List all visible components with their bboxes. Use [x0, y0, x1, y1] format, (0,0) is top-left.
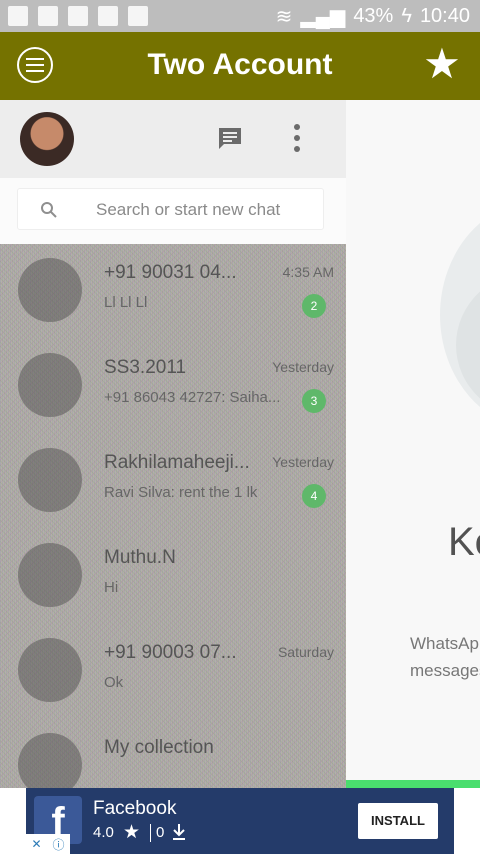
wifi-icon: ≋	[275, 6, 293, 28]
chat-row[interactable]: Muthu.N Hi	[0, 529, 346, 624]
clock: 10:40	[419, 5, 470, 27]
signal-icon: ▂▄▆	[300, 6, 346, 28]
search-input[interactable]	[94, 189, 318, 231]
new-chat-icon[interactable]	[217, 126, 243, 150]
ad-choices[interactable]: ✕ ⓘ	[26, 834, 70, 854]
chat-preview: +91 86043 42727: Saiha...	[104, 389, 281, 406]
chat-avatar	[18, 733, 82, 788]
drive-icon	[38, 6, 58, 26]
chat-avatar	[18, 638, 82, 702]
ad-rating: 4.0	[93, 824, 114, 841]
warning-icon	[98, 6, 118, 26]
chat-preview: Ok	[104, 674, 124, 691]
close-icon[interactable]: ✕	[31, 837, 41, 851]
chat-time: Yesterday	[272, 454, 334, 470]
pane-header	[0, 100, 346, 178]
chat-preview: Ravi Silva: rent the 1 lk	[104, 484, 258, 501]
status-bar: ≋ ▂▄▆ 43% ϟ 10:40	[0, 0, 480, 32]
notification-icons	[8, 6, 148, 26]
search-icon	[41, 202, 57, 218]
info-icon[interactable]: ⓘ	[52, 836, 64, 853]
chat-row[interactable]: +91 90003 07... Saturday Ok	[0, 624, 346, 719]
welcome-description-line: WhatsApp connects to your phone to sync	[410, 634, 480, 653]
chat-avatar	[18, 258, 82, 322]
search-box[interactable]	[17, 188, 324, 231]
app-bar: Two Account ★	[0, 32, 480, 100]
welcome-pane: Keep your phone connected WhatsApp conne…	[346, 100, 480, 788]
install-button[interactable]: INSTALL	[358, 803, 438, 839]
search-area	[0, 178, 346, 244]
welcome-description-line: messages. To reduce data usage, connect …	[410, 661, 480, 680]
star-icon[interactable]: ★	[422, 42, 462, 86]
chat-row[interactable]: +91 90031 04... 4:35 AM Ll Ll Ll 2	[0, 244, 346, 339]
chat-time: 4:35 AM	[282, 264, 334, 280]
chat-row[interactable]: SS3.2011 Yesterday +91 86043 42727: Saih…	[0, 339, 346, 434]
ad-downloads: 0	[156, 824, 165, 841]
download-icon	[173, 824, 185, 840]
welcome-title: Keep your phone connected	[448, 520, 480, 564]
avatar[interactable]	[20, 112, 74, 166]
gallery-icon	[128, 6, 148, 26]
chat-name: +91 90003 07...	[104, 642, 237, 663]
chat-avatar	[18, 448, 82, 512]
chat-avatar	[18, 353, 82, 417]
photo-icon	[68, 6, 88, 26]
chat-list-pane: +91 90031 04... 4:35 AM Ll Ll Ll 2 SS3.2…	[0, 100, 346, 788]
status-right: ≋ ▂▄▆ 43% ϟ 10:40	[276, 4, 470, 29]
charging-icon: ϟ	[401, 5, 412, 27]
chat-name: My collection	[104, 737, 214, 758]
chat-name: SS3.2011	[104, 357, 187, 378]
welcome-description: WhatsApp connects to your phone to sync …	[410, 630, 480, 684]
more-options-icon[interactable]	[290, 124, 304, 152]
chat-time: Saturday	[277, 644, 334, 660]
ad-banner[interactable]: f Facebook 4.0 ★ 0 INSTALL	[26, 788, 454, 854]
chat-time: Yesterday	[272, 359, 334, 375]
accent-strip	[346, 780, 480, 788]
star-icon: ★	[123, 822, 141, 843]
unread-badge: 2	[302, 294, 326, 318]
divider	[150, 824, 151, 842]
chat-name: +91 90031 04...	[104, 262, 237, 283]
unread-badge: 4	[302, 484, 326, 508]
chat-row[interactable]: Rakhilamaheeji... Yesterday Ravi Silva: …	[0, 434, 346, 529]
chat-row[interactable]: My collection	[0, 719, 346, 788]
chat-name: Muthu.N	[104, 547, 176, 568]
unread-badge: 3	[302, 389, 326, 413]
chat-avatar	[18, 543, 82, 607]
ad-app-name: Facebook	[93, 798, 177, 819]
chat-name: Rakhilamaheeji...	[104, 452, 250, 473]
app-title: Two Account	[147, 48, 333, 81]
chat-list: +91 90031 04... 4:35 AM Ll Ll Ll 2 SS3.2…	[0, 244, 346, 788]
chat-preview: Ll Ll Ll	[104, 294, 148, 311]
mail-icon	[8, 6, 28, 26]
chat-preview: Hi	[104, 579, 119, 596]
battery-percent: 43%	[353, 5, 394, 27]
